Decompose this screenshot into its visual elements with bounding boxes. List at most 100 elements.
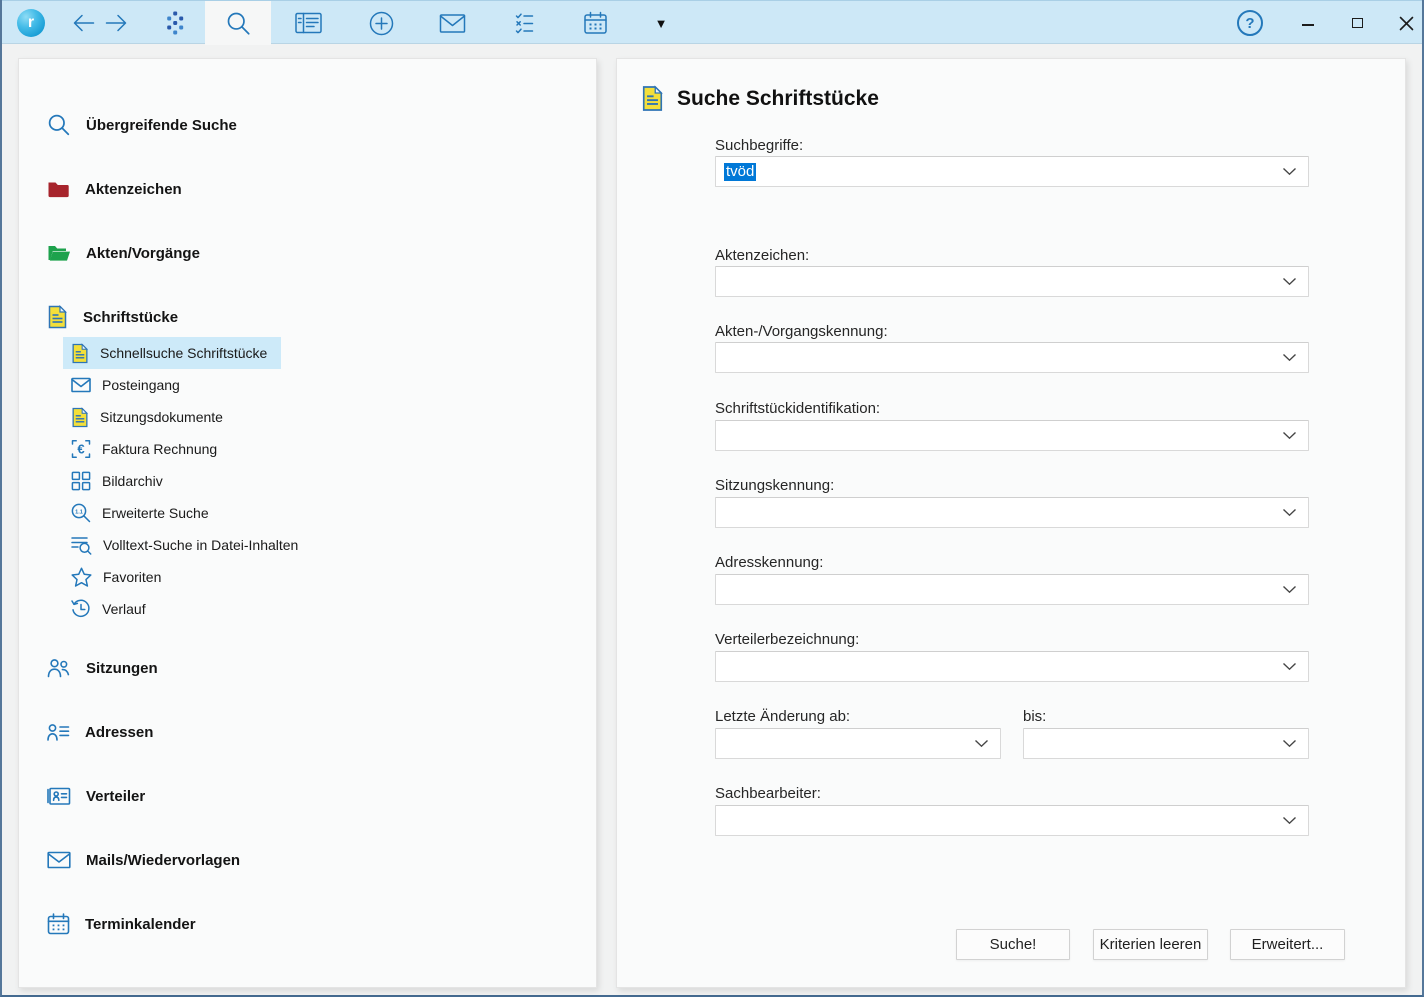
chevron-down-icon	[1282, 353, 1297, 362]
sidebar-item-favoriten[interactable]: Favoriten	[63, 561, 175, 593]
minimize-button[interactable]	[1293, 1, 1323, 45]
tab-journal[interactable]	[291, 1, 327, 45]
arrow-right-icon	[103, 13, 129, 33]
contact-card-icon	[47, 787, 71, 806]
sidebar-item-label: Volltext-Suche in Datei-Inhalten	[103, 537, 298, 553]
arrow-left-icon	[71, 13, 97, 33]
sidebar-item-label: Favoriten	[103, 569, 161, 585]
sidebar-item-erweiterte-suche[interactable]: 1.1 Erweiterte Suche	[63, 497, 223, 529]
sachbearbeiter-combobox[interactable]	[715, 805, 1309, 836]
sidebar-item-verteiler[interactable]: Verteiler	[47, 782, 145, 810]
sidebar-item-mails-wiedervorlagen[interactable]: Mails/Wiedervorlagen	[47, 846, 240, 874]
grid-icon	[71, 471, 91, 491]
sitzungskennung-combobox[interactable]	[715, 497, 1309, 528]
app-switcher-button[interactable]	[159, 1, 191, 45]
sidebar-item-posteingang[interactable]: Posteingang	[63, 369, 194, 401]
suchbegriffe-label: Suchbegriffe:	[715, 137, 803, 154]
toolbar-overflow-button[interactable]: ▼	[647, 1, 675, 45]
search-one-one-icon: 1.1	[71, 503, 91, 523]
chevron-down-icon	[1282, 816, 1297, 825]
schriftstueckident-label: Schriftstückidentifikation:	[715, 400, 880, 417]
one-one-glyph: 1.1	[75, 509, 83, 515]
forward-button[interactable]	[101, 1, 131, 45]
sidebar-item-verlauf[interactable]: Verlauf	[63, 593, 160, 625]
dropdown-triangle-icon: ▼	[655, 16, 668, 31]
sidebar-item-label: Sitzungsdokumente	[100, 409, 223, 425]
envelope-icon	[71, 377, 91, 393]
folder-open-icon	[47, 243, 71, 263]
suche-button[interactable]: Suche!	[956, 929, 1070, 960]
toolbar: r	[2, 0, 1422, 44]
app-window: r	[0, 0, 1424, 997]
sidebar-item-akten-vorgaenge[interactable]: Akten/Vorgänge	[47, 239, 200, 267]
sidebar-item-bildarchiv[interactable]: Bildarchiv	[63, 465, 177, 497]
tab-tasks[interactable]	[508, 1, 544, 45]
schriftstueckident-combobox[interactable]	[715, 420, 1309, 451]
fulltext-search-icon	[71, 535, 92, 555]
sitzungskennung-label: Sitzungskennung:	[715, 477, 834, 494]
sidebar-item-volltext-suche[interactable]: Volltext-Suche in Datei-Inhalten	[63, 529, 312, 561]
search-icon	[226, 11, 251, 36]
close-icon	[1399, 16, 1414, 31]
sidebar-item-label: Erweiterte Suche	[102, 505, 209, 521]
sidebar-item-sitzungen[interactable]: Sitzungen	[47, 654, 158, 682]
adresskennung-label: Adresskennung:	[715, 554, 823, 571]
suchbegriffe-combobox[interactable]: tvöd	[715, 156, 1309, 187]
aktenzeichen-combobox[interactable]	[715, 266, 1309, 297]
search-icon	[47, 113, 71, 137]
tab-search[interactable]	[205, 1, 271, 45]
verteilerbezeichnung-combobox[interactable]	[715, 651, 1309, 682]
sidebar-item-label: Schriftstücke	[83, 309, 178, 326]
sidebar-item-schriftstuecke[interactable]: Schriftstücke	[47, 303, 178, 331]
close-button[interactable]	[1391, 1, 1421, 45]
sidebar-item-adressen[interactable]: Adressen	[47, 718, 153, 746]
verteilerbezeichnung-label: Verteilerbezeichnung:	[715, 631, 859, 648]
envelope-icon	[439, 13, 466, 34]
person-list-icon	[47, 723, 70, 742]
sidebar-item-label: Sitzungen	[86, 660, 158, 677]
list-panel-icon	[295, 12, 323, 34]
help-button[interactable]: ?	[1235, 1, 1265, 45]
maximize-button[interactable]	[1342, 1, 1372, 45]
sidebar-item-label: Akten/Vorgänge	[86, 245, 200, 262]
sidebar-item-label: Aktenzeichen	[85, 181, 182, 198]
app-logo[interactable]: r	[17, 1, 45, 45]
cluster-icon	[162, 10, 188, 36]
chevron-down-icon	[1282, 431, 1297, 440]
chevron-down-icon	[1282, 277, 1297, 286]
history-icon	[71, 599, 91, 619]
document-icon	[47, 305, 68, 329]
checklist-icon	[515, 12, 538, 35]
letzte-aenderung-ab-combobox[interactable]	[715, 728, 1001, 759]
maximize-icon	[1352, 18, 1363, 28]
sidebar-item-uebergreifende-suche[interactable]: Übergreifende Suche	[47, 111, 237, 139]
aktenzeichen-label: Aktenzeichen:	[715, 247, 809, 264]
sidebar-item-aktenzeichen[interactable]: Aktenzeichen	[47, 175, 182, 203]
back-button[interactable]	[69, 1, 99, 45]
erweitert-button[interactable]: Erweitert...	[1230, 929, 1345, 960]
sidebar-item-label: Verteiler	[86, 788, 145, 805]
sidebar-item-label: Bildarchiv	[102, 473, 163, 489]
kriterien-leeren-button[interactable]: Kriterien leeren	[1093, 929, 1208, 960]
sidebar-item-schnellsuche-schriftstuecke[interactable]: Schnellsuche Schriftstücke	[63, 337, 281, 369]
tab-mail[interactable]	[434, 1, 470, 45]
calendar-icon	[47, 913, 70, 935]
vorgangskennung-combobox[interactable]	[715, 342, 1309, 373]
page-title: Suche Schriftstücke	[641, 85, 879, 112]
bis-combobox[interactable]	[1023, 728, 1309, 759]
tab-new[interactable]	[363, 1, 399, 45]
adresskennung-combobox[interactable]	[715, 574, 1309, 605]
sidebar-item-terminkalender[interactable]: Terminkalender	[47, 910, 196, 938]
combobox-value: tvöd	[724, 163, 756, 181]
document-icon	[71, 343, 89, 364]
sidebar-item-faktura-rechnung[interactable]: € Faktura Rechnung	[63, 433, 231, 465]
document-icon	[641, 85, 664, 112]
sidebar-item-label: Übergreifende Suche	[86, 117, 237, 134]
sidebar-item-label: Verlauf	[102, 601, 146, 617]
sidebar-item-sitzungsdokumente[interactable]: Sitzungsdokumente	[63, 401, 237, 433]
sidebar-item-label: Posteingang	[102, 377, 180, 393]
tab-calendar[interactable]	[577, 1, 613, 45]
page-title-text: Suche Schriftstücke	[677, 87, 879, 111]
logo-icon: r	[17, 9, 45, 37]
chevron-down-icon	[974, 739, 989, 748]
